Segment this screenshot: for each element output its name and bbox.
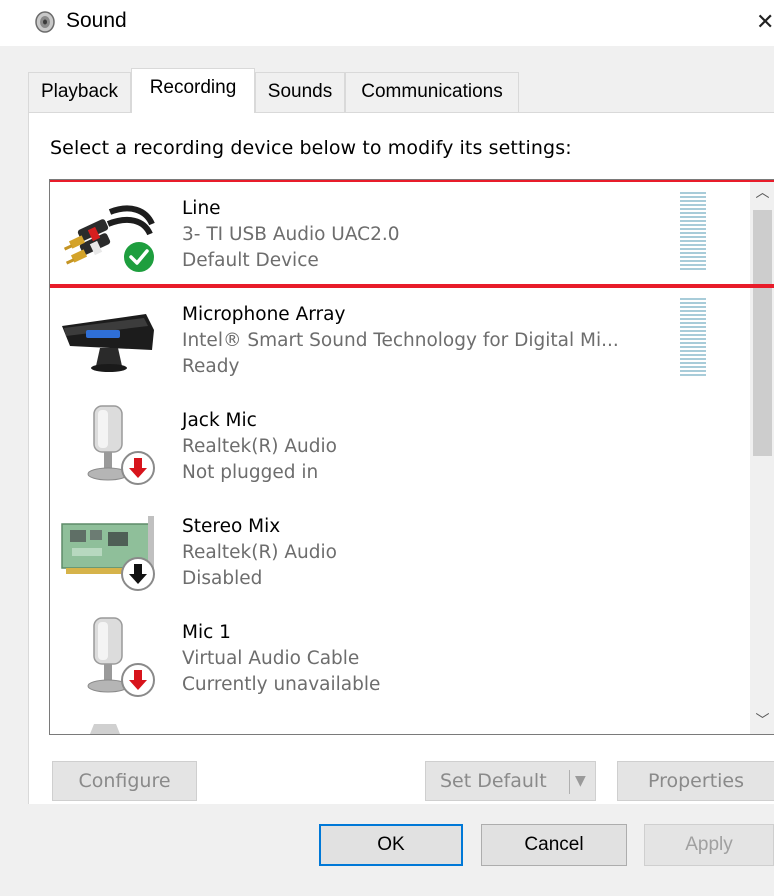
dialog-client-area: Playback Recording Sounds Communications… xyxy=(0,46,774,896)
device-item-line[interactable]: Line 3- TI USB Audio UAC2.0 Default Devi… xyxy=(50,180,750,286)
device-description: Virtual Audio Cable xyxy=(182,648,360,669)
device-name: Mic 1 xyxy=(182,622,231,643)
device-status: Disabled xyxy=(182,568,263,589)
instruction-text: Select a recording device below to modif… xyxy=(50,137,572,159)
microphone-array-icon xyxy=(62,314,154,372)
device-name: Line xyxy=(182,198,221,219)
device-item-jack-mic[interactable]: Jack Mic Realtek(R) Audio Not plugged in xyxy=(50,392,750,498)
set-default-label: Set Default xyxy=(440,770,547,792)
scroll-thumb[interactable] xyxy=(753,210,772,456)
scroll-down-arrow-icon[interactable]: ﹀ xyxy=(750,708,774,734)
default-check-icon xyxy=(122,240,156,274)
device-description: 3- TI USB Audio UAC2.0 xyxy=(182,224,400,245)
device-description: Realtek(R) Audio xyxy=(182,542,337,563)
title-bar: Sound ✕ xyxy=(0,0,774,46)
properties-button[interactable]: Properties xyxy=(617,761,774,801)
disabled-down-arrow-icon xyxy=(121,557,155,591)
tab-playback[interactable]: Playback xyxy=(28,72,131,112)
device-item-mic-1[interactable]: Mic 1 Virtual Audio Cable Currently unav… xyxy=(50,604,750,710)
speaker-icon xyxy=(35,11,55,33)
device-name: Jack Mic xyxy=(182,410,257,431)
unplugged-down-arrow-icon xyxy=(121,451,155,485)
tab-sounds[interactable]: Sounds xyxy=(255,72,345,112)
device-status: Currently unavailable xyxy=(182,674,381,695)
close-button[interactable]: ✕ xyxy=(756,9,774,37)
tab-communications[interactable]: Communications xyxy=(345,72,519,112)
recording-tab-panel: Select a recording device below to modif… xyxy=(28,112,774,804)
window-title: Sound xyxy=(66,9,127,32)
device-name: Stereo Mix xyxy=(182,516,281,537)
level-meter xyxy=(680,192,706,272)
device-name: Microphone Array xyxy=(182,304,346,325)
microphone-icon xyxy=(90,724,120,734)
ok-button[interactable]: OK xyxy=(319,824,463,866)
device-item-stereo-mix[interactable]: Stereo Mix Realtek(R) Audio Disabled xyxy=(50,498,750,604)
split-divider xyxy=(569,770,570,794)
level-meter xyxy=(680,298,706,378)
dropdown-arrow-icon[interactable]: ▼ xyxy=(575,762,586,800)
apply-button[interactable]: Apply xyxy=(644,824,774,866)
cancel-button[interactable]: Cancel xyxy=(481,824,627,866)
device-list-scrollbar[interactable]: ︿ ﹀ xyxy=(750,180,774,734)
unplugged-down-arrow-icon xyxy=(121,663,155,697)
device-description: Intel® Smart Sound Technology for Digita… xyxy=(182,330,619,351)
configure-button[interactable]: Configure xyxy=(52,761,197,801)
device-status: Default Device xyxy=(182,250,319,271)
scroll-up-arrow-icon[interactable]: ︿ xyxy=(750,180,774,206)
device-status: Ready xyxy=(182,356,240,377)
device-description: Realtek(R) Audio xyxy=(182,436,337,457)
device-item-microphone-array[interactable]: Microphone Array Intel® Smart Sound Tech… xyxy=(50,286,750,392)
device-list[interactable]: Line 3- TI USB Audio UAC2.0 Default Devi… xyxy=(49,179,774,735)
tab-recording[interactable]: Recording xyxy=(131,68,255,113)
set-default-button[interactable]: Set Default ▼ xyxy=(425,761,596,801)
device-status: Not plugged in xyxy=(182,462,319,483)
